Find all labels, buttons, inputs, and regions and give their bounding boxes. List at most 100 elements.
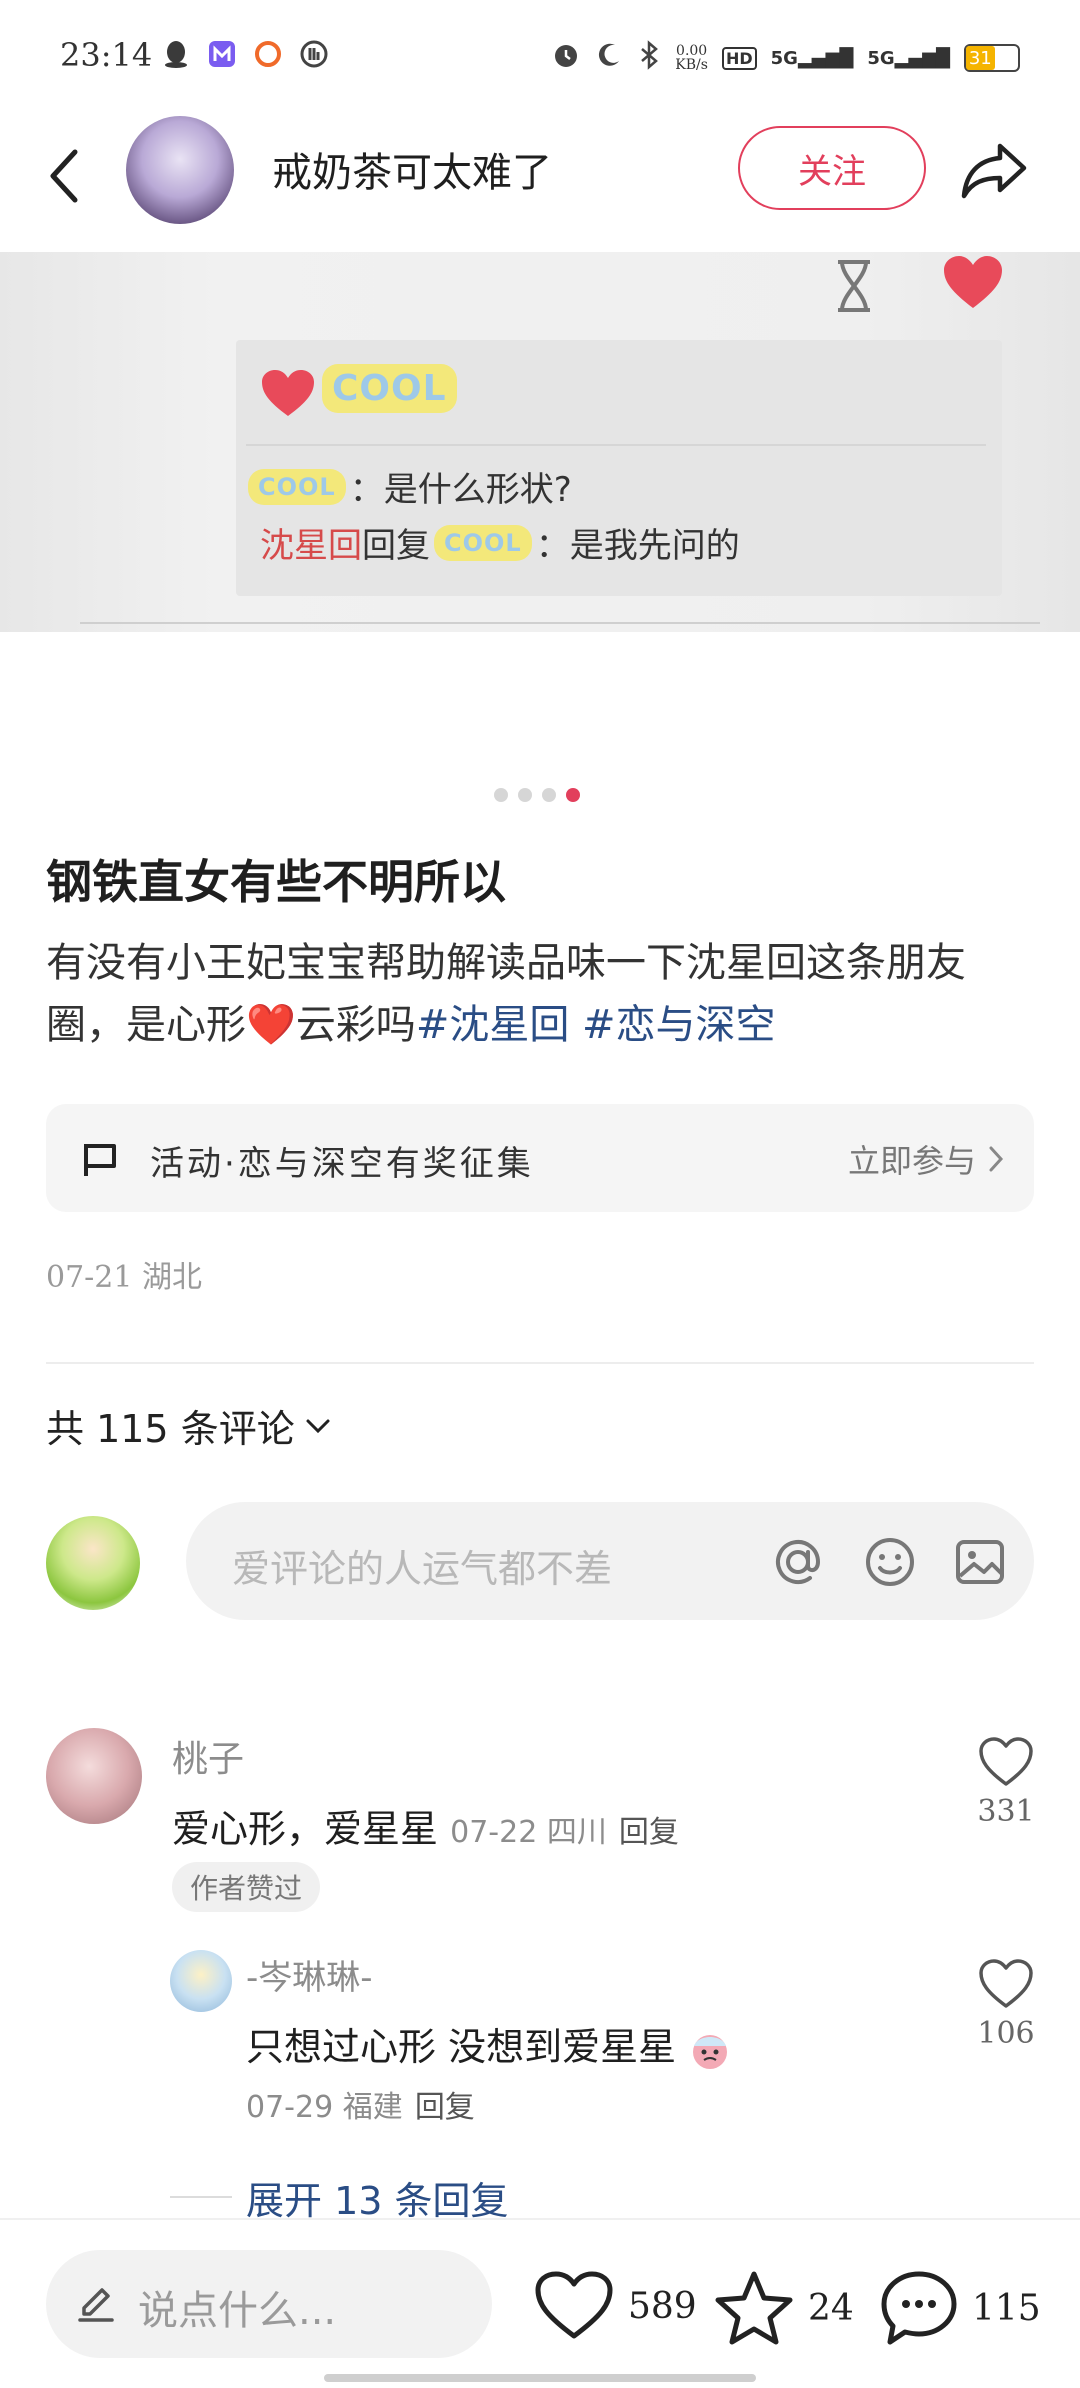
divider bbox=[170, 2196, 232, 2198]
alarm-icon bbox=[551, 40, 581, 76]
cool-sticker: COOL bbox=[322, 364, 457, 413]
at-icon bbox=[776, 1540, 821, 1584]
signal-sim2: 5G▂▄▆█ bbox=[867, 47, 950, 69]
post-body: 有没有小王妃宝宝帮助解读品味一下沈星回这条朋友圈，是心形❤️云彩吗#沈星回 #恋… bbox=[46, 940, 966, 1048]
reply-button[interactable]: 回复 bbox=[619, 1815, 679, 1850]
cool-sticker: COOL bbox=[248, 468, 346, 505]
status-time: 23:14 bbox=[60, 36, 153, 74]
hourglass-icon bbox=[838, 260, 870, 312]
author-liked-badge: 作者赞过 bbox=[172, 1862, 321, 1912]
screenshot-comment-2: 沈星回 回复 COOL ：是我先问的 bbox=[260, 524, 740, 566]
image-button[interactable] bbox=[950, 1532, 1010, 1592]
share-button[interactable] bbox=[958, 134, 1030, 206]
qq-icon bbox=[160, 38, 192, 70]
hashtag-link[interactable]: #恋与深空 bbox=[582, 1002, 776, 1048]
commenter-avatar[interactable] bbox=[170, 1950, 232, 2012]
comment-text: 只想过心形 没想到爱星星 bbox=[246, 2016, 732, 2072]
post-header: 戒奶茶可太难了 关注 bbox=[0, 110, 1080, 250]
divider bbox=[246, 444, 986, 446]
share-icon bbox=[961, 143, 1027, 199]
record-icon bbox=[252, 38, 284, 70]
image-pager bbox=[494, 788, 580, 802]
comment-like-count: 106 bbox=[977, 2016, 1035, 2051]
bottom-action-bar: 说点什么... 589 24 115 bbox=[0, 2218, 1080, 2388]
network-speed: 0.00 KB/s bbox=[675, 43, 708, 73]
comment-input-placeholder: 爱评论的人运气都不差 bbox=[232, 1547, 613, 1591]
like-post-button[interactable]: 589 bbox=[534, 2270, 697, 2342]
comment-post-button[interactable]: 115 bbox=[880, 2270, 1041, 2346]
expand-replies-button[interactable]: 展开 13 条回复 bbox=[246, 2170, 509, 2225]
reply-button[interactable]: 回复 bbox=[415, 2090, 475, 2125]
chevron-left-icon bbox=[50, 149, 78, 203]
post-title: 钢铁直女有些不明所以 bbox=[46, 855, 506, 909]
chat-bubble-icon bbox=[881, 2271, 957, 2345]
collect-post-button[interactable]: 24 bbox=[714, 2270, 854, 2346]
back-button[interactable] bbox=[38, 136, 88, 216]
status-bar: 23:14 0.00 KB/s HD 5G▂▄▆█ 5G▂▄▆█ 31 bbox=[0, 0, 1080, 110]
pager-dot[interactable] bbox=[542, 788, 556, 802]
vpn-icon bbox=[298, 38, 330, 70]
smiley-icon bbox=[866, 1538, 914, 1586]
comment-meta: 07-29 福建 bbox=[246, 2090, 403, 2125]
divider bbox=[46, 1362, 1034, 1364]
cool-sticker: COOL bbox=[434, 524, 532, 561]
comment-input[interactable]: 爱评论的人运气都不差 bbox=[186, 1502, 1034, 1620]
comment-author[interactable]: 桃子 bbox=[172, 1730, 244, 1782]
pager-dot[interactable] bbox=[518, 788, 532, 802]
battery-icon: 31 bbox=[964, 44, 1020, 72]
star-count: 24 bbox=[808, 2287, 854, 2329]
image-icon bbox=[956, 1540, 1004, 1584]
moon-icon bbox=[595, 41, 623, 75]
chevron-down-icon bbox=[306, 1419, 330, 1433]
heart-icon bbox=[944, 256, 1002, 308]
heart-icon bbox=[262, 370, 314, 416]
comment-text: 爱心形，爱星星 07-22 四川 回复 bbox=[172, 1807, 679, 1851]
divider bbox=[80, 622, 1040, 624]
post-date-location: 07-21 湖北 bbox=[46, 1260, 203, 1295]
author-avatar[interactable] bbox=[126, 116, 234, 224]
follow-button[interactable]: 关注 bbox=[738, 126, 926, 210]
author-name[interactable]: 戒奶茶可太难了 bbox=[272, 140, 552, 198]
home-indicator[interactable] bbox=[324, 2374, 756, 2382]
comment-like-button[interactable]: 331 bbox=[968, 1736, 1044, 1829]
comment-meta: 07-22 四川 bbox=[450, 1815, 607, 1850]
heart-outline-icon bbox=[979, 1959, 1033, 2008]
hashtag-link[interactable]: #沈星回 bbox=[416, 1002, 570, 1048]
comment-like-count: 331 bbox=[977, 1794, 1035, 1829]
bluetooth-icon bbox=[637, 40, 661, 76]
comment-author[interactable]: -岑琳琳- bbox=[246, 1950, 373, 1999]
signal-sim1: 5G▂▄▆█ bbox=[770, 47, 854, 69]
star-outline-icon bbox=[715, 2271, 793, 2345]
comment-count: 115 bbox=[972, 2287, 1041, 2329]
activity-label: 活动·恋与深空有奖征集 bbox=[150, 1144, 534, 1184]
pager-dot-active[interactable] bbox=[566, 788, 580, 802]
app-icon bbox=[206, 38, 238, 70]
emoji-button[interactable] bbox=[860, 1532, 920, 1592]
pager-dot[interactable] bbox=[494, 788, 508, 802]
hd-icon: HD bbox=[721, 46, 757, 70]
mention-button[interactable] bbox=[768, 1532, 828, 1592]
heart-outline-icon bbox=[535, 2271, 613, 2339]
pencil-icon bbox=[78, 2288, 114, 2322]
join-activity-button[interactable]: 立即参与 bbox=[848, 1136, 1004, 1182]
commenter-avatar[interactable] bbox=[46, 1728, 142, 1824]
comment-meta-row: 07-29 福建 回复 bbox=[246, 2082, 475, 2126]
comment-like-button[interactable]: 106 bbox=[968, 1958, 1044, 2051]
battery-level: 31 bbox=[966, 46, 995, 70]
comment-count-label: 共 115 条评论 bbox=[46, 1407, 295, 1451]
bottom-input-placeholder: 说点什么... bbox=[138, 2288, 337, 2334]
bottom-comment-input[interactable]: 说点什么... bbox=[46, 2250, 492, 2358]
heart-emoji: ❤️ bbox=[246, 1002, 296, 1048]
screenshot-panel: COOL COOL ：是什么形状? 沈星回 回复 COOL ：是我先问的 bbox=[236, 340, 1002, 596]
like-count: 589 bbox=[628, 2285, 697, 2327]
status-app-icons bbox=[160, 38, 330, 70]
status-right-icons: 0.00 KB/s HD 5G▂▄▆█ 5G▂▄▆█ 31 bbox=[551, 40, 1020, 76]
post-image[interactable]: COOL COOL ：是什么形状? 沈星回 回复 COOL ：是我先问的 bbox=[0, 252, 1080, 632]
activity-banner[interactable]: 活动·恋与深空有奖征集 立即参与 bbox=[46, 1104, 1034, 1212]
heart-outline-icon bbox=[979, 1737, 1033, 1786]
screenshot-comment-1: COOL ：是什么形状? bbox=[244, 462, 572, 511]
flag-icon bbox=[84, 1144, 116, 1176]
comment-sort-dropdown[interactable]: 共 115 条评论 bbox=[46, 1398, 331, 1453]
chevron-right-icon bbox=[989, 1146, 1004, 1172]
my-avatar bbox=[46, 1516, 140, 1610]
